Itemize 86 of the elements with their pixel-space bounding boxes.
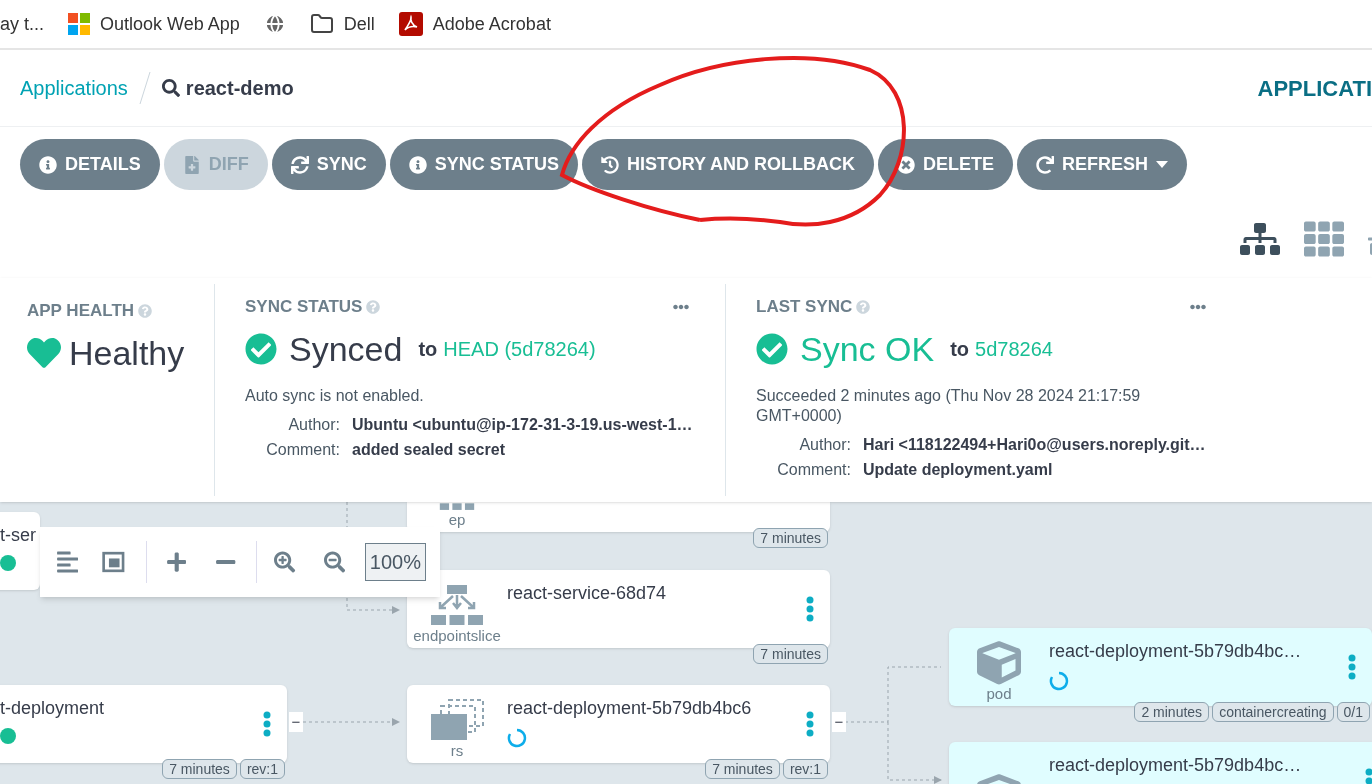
resource-tag: rev:1 bbox=[782, 759, 828, 779]
bookmark-link[interactable]: ay t... bbox=[0, 10, 44, 38]
endpointslice-icon bbox=[429, 585, 485, 628]
action-button[interactable]: SYNC bbox=[271, 139, 386, 190]
action-button[interactable]: SYNC STATUS bbox=[389, 139, 579, 190]
info-icon bbox=[39, 155, 57, 174]
resource-card[interactable]: ep bbox=[407, 502, 830, 532]
search-icon[interactable] bbox=[161, 79, 180, 97]
section-title: APP HEALTH bbox=[27, 300, 135, 322]
kebab-menu-icon[interactable] bbox=[806, 596, 814, 622]
resource-tag: 7 minutes bbox=[753, 644, 828, 664]
sync-note: Auto sync is not enabled. bbox=[245, 386, 425, 406]
resource-card[interactable]: react-deployment-5b79db4bc… bbox=[949, 742, 1372, 784]
kebab-menu-icon[interactable] bbox=[1348, 654, 1356, 680]
resource-tag: containercreating bbox=[1212, 702, 1334, 722]
resource-kind: ep bbox=[448, 511, 466, 530]
action-button[interactable]: DETAILS bbox=[20, 139, 160, 190]
fit-screen-icon[interactable] bbox=[101, 549, 126, 575]
resource-tag: 7 minutes bbox=[753, 528, 828, 548]
section-title: LAST SYNC bbox=[756, 296, 853, 318]
to-label: to bbox=[418, 336, 438, 362]
kebab-menu-icon[interactable] bbox=[806, 711, 814, 737]
bookmark-link[interactable]: Dell bbox=[343, 10, 375, 38]
resource-name: react-service-68d74 bbox=[507, 582, 668, 605]
resource-name: react-deployment-5b79db4bc6 bbox=[507, 697, 753, 720]
replicaset-icon bbox=[429, 698, 485, 743]
bookmark-link[interactable]: Outlook Web App bbox=[100, 10, 240, 38]
resource-kind: pod bbox=[986, 685, 1012, 704]
to-label: to bbox=[950, 336, 970, 362]
zoom-level-field[interactable]: 100% bbox=[364, 543, 426, 581]
field-value: Update deployment.yaml bbox=[863, 460, 1054, 480]
refresh-icon bbox=[1036, 155, 1055, 174]
field-value: added sealed secret bbox=[352, 440, 506, 460]
cube-icon bbox=[977, 641, 1021, 686]
action-button[interactable]: HISTORY AND ROLLBACK bbox=[582, 139, 875, 190]
field-label: Author: bbox=[287, 415, 340, 435]
resource-kind: rs bbox=[450, 742, 464, 761]
info-icon bbox=[408, 155, 427, 174]
check-icon bbox=[245, 332, 277, 365]
windows-logo-icon bbox=[68, 13, 90, 35]
resource-tag: rev:1 bbox=[239, 759, 285, 779]
field-value: Ubuntu <ubuntu@ip-172-31-3-19.us-west-1… bbox=[352, 415, 693, 435]
collapse-toggle[interactable]: − bbox=[289, 712, 303, 732]
action-button[interactable]: DELETE bbox=[878, 139, 1014, 190]
resource-card[interactable]: pod react-deployment-5b79db4bc… bbox=[949, 628, 1372, 706]
health-state: Healthy bbox=[69, 332, 185, 374]
app-name: react-demo bbox=[185, 76, 294, 101]
bookmark-link[interactable]: Adobe Acrobat bbox=[432, 10, 551, 38]
field-label: Comment: bbox=[776, 460, 851, 480]
section-title: SYNC STATUS bbox=[245, 296, 363, 318]
resource-kind: endpointslice bbox=[413, 627, 501, 646]
resource-name: t-deployment bbox=[0, 697, 106, 720]
plus-icon[interactable] bbox=[166, 551, 187, 573]
globe-icon[interactable] bbox=[263, 13, 286, 35]
resource-tag: 0/1 bbox=[1336, 702, 1370, 722]
field-value: Hari <118122494+Hari0o@users.noreply.git… bbox=[863, 435, 1206, 455]
close-icon bbox=[897, 155, 916, 174]
nav-link[interactable]: APPLICATI bbox=[1257, 71, 1372, 105]
sync-icon bbox=[290, 155, 309, 174]
file-plus-icon bbox=[182, 155, 201, 174]
sync-state: Sync OK bbox=[800, 328, 935, 370]
zoom-in-icon[interactable] bbox=[274, 550, 296, 574]
field-label: Author: bbox=[798, 435, 851, 455]
heart-icon bbox=[27, 336, 61, 370]
pdf-icon bbox=[398, 12, 423, 36]
resource-tag: 2 minutes bbox=[1134, 702, 1210, 722]
breadcrumb-separator-icon bbox=[137, 71, 152, 105]
resource-tag: 7 minutes bbox=[162, 759, 237, 779]
resource-card[interactable]: endpointslice react-service-68d74 bbox=[407, 570, 830, 648]
resource-name: t-ser bbox=[0, 524, 37, 547]
check-icon bbox=[756, 332, 788, 365]
history-icon bbox=[601, 155, 620, 174]
grid-view-icon[interactable] bbox=[1304, 219, 1344, 259]
field-label: Comment: bbox=[265, 440, 340, 460]
kebab-menu-icon[interactable] bbox=[263, 711, 271, 737]
folder-icon bbox=[309, 12, 334, 36]
action-button[interactable]: REFRESH bbox=[1017, 139, 1188, 190]
resource-name: react-deployment-5b79db4bc… bbox=[1049, 754, 1303, 777]
resource-tag: 7 minutes bbox=[705, 759, 780, 779]
resource-card[interactable]: t-ser bbox=[0, 512, 40, 590]
align-icon[interactable] bbox=[57, 550, 79, 574]
sync-note: Succeeded 2 minutes ago (Thu Nov 28 2024 21:17:59 GMT+0000) bbox=[756, 386, 1142, 426]
resource-name: react-deployment-5b79db4bc… bbox=[1049, 640, 1303, 663]
zoom-out-icon[interactable] bbox=[323, 550, 345, 574]
sync-state: Synced bbox=[289, 328, 403, 370]
collapse-toggle[interactable]: − bbox=[832, 712, 846, 732]
